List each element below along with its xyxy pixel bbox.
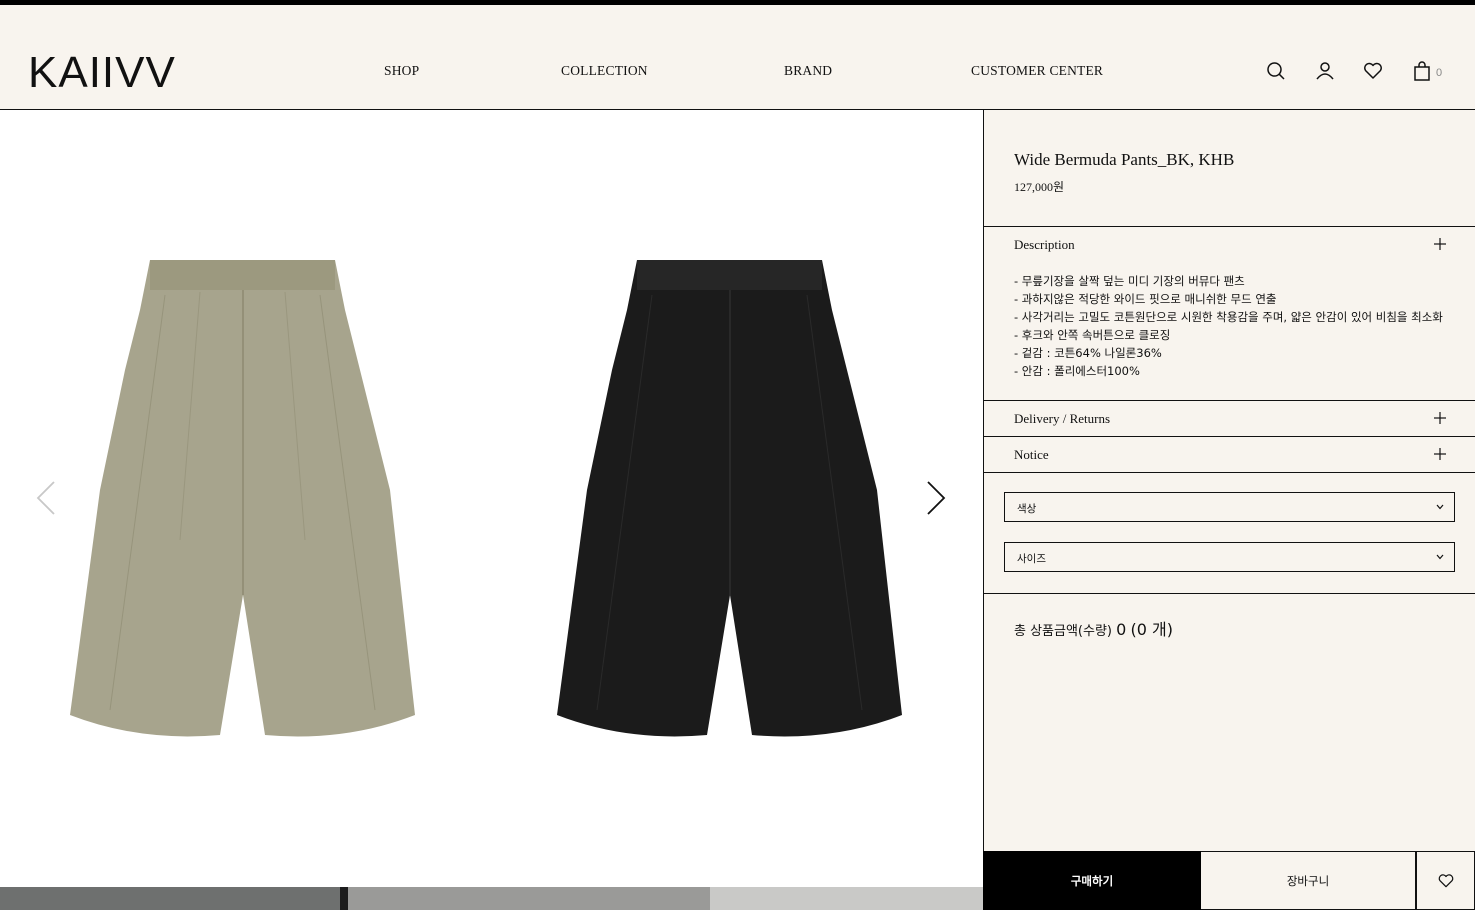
- divider: [984, 593, 1475, 594]
- nav-shop[interactable]: SHOP: [384, 63, 419, 79]
- wishlist-button[interactable]: [1416, 851, 1475, 910]
- user-icon[interactable]: [1314, 60, 1336, 82]
- product-price: 127,000원: [1014, 180, 1065, 194]
- notice-toggle[interactable]: Notice: [1014, 447, 1049, 463]
- next-image-preview: [0, 887, 983, 910]
- plus-icon[interactable]: [1433, 237, 1447, 251]
- cart-count: 0: [1436, 67, 1443, 79]
- buy-now-button[interactable]: 구매하기: [983, 851, 1201, 910]
- delivery-returns-toggle[interactable]: Delivery / Returns: [1014, 411, 1110, 427]
- nav-brand[interactable]: BRAND: [784, 63, 832, 79]
- total-price: 총 상품금액(수량) 0 (0 개): [1014, 616, 1173, 640]
- brand-logo[interactable]: KAIIVV: [28, 51, 176, 95]
- nav-customer-center[interactable]: CUSTOMER CENTER: [971, 63, 1103, 79]
- heart-icon: [1438, 873, 1453, 887]
- total-amount: 0: [1116, 620, 1127, 639]
- description-line: - 겉감 : 코튼64% 나일론36%: [1014, 346, 1162, 360]
- chevron-left-icon[interactable]: [34, 480, 58, 516]
- description-line: - 후크와 안쪽 속버튼으로 클로징: [1014, 328, 1171, 342]
- plus-icon[interactable]: [1433, 411, 1447, 425]
- divider: [984, 226, 1475, 227]
- description-toggle[interactable]: Description: [1014, 237, 1075, 253]
- plus-icon[interactable]: [1433, 447, 1447, 461]
- divider: [984, 400, 1475, 401]
- description-line: - 무릎기장을 살짝 덮는 미디 기장의 버뮤다 팬츠: [1014, 274, 1245, 288]
- total-quantity: (0 개): [1130, 620, 1173, 639]
- product-info-panel: Wide Bermuda Pants_BK, KHB 127,000원 Desc…: [983, 110, 1475, 910]
- total-label: 총 상품금액(수량): [1014, 624, 1112, 639]
- bag-icon[interactable]: [1411, 60, 1433, 82]
- black-bermuda-pants-image: [557, 260, 902, 737]
- divider: [984, 436, 1475, 437]
- chevron-down-icon: [1436, 554, 1444, 560]
- description-text: - 무릎기장을 살짝 덮는 미디 기장의 버뮤다 팬츠 - 과하지않은 적당한 …: [1014, 272, 1443, 380]
- khaki-bermuda-pants-image: [70, 260, 415, 737]
- nav-collection[interactable]: COLLECTION: [561, 63, 648, 79]
- size-select[interactable]: 사이즈: [1004, 542, 1455, 572]
- color-select[interactable]: 색상: [1004, 492, 1455, 522]
- product-title: Wide Bermuda Pants_BK, KHB: [1014, 150, 1235, 169]
- site-header: KAIIVV SHOP COLLECTION BRAND CUSTOMER CE…: [0, 5, 1475, 110]
- description-line: - 과하지않은 적당한 와이드 핏으로 매니쉬한 무드 연출: [1014, 292, 1277, 306]
- search-icon[interactable]: [1265, 60, 1287, 82]
- divider: [984, 472, 1475, 473]
- chevron-right-icon[interactable]: [924, 480, 948, 516]
- add-to-cart-button[interactable]: 장바구니: [1201, 851, 1416, 910]
- heart-icon[interactable]: [1362, 60, 1384, 82]
- description-line: - 사각거리는 고밀도 코튼원단으로 시원한 착용감을 주며, 얇은 안감이 있…: [1014, 310, 1443, 324]
- chevron-down-icon: [1436, 504, 1444, 510]
- color-select-value: 색상: [1017, 503, 1037, 515]
- product-gallery: [0, 110, 983, 887]
- size-select-value: 사이즈: [1017, 553, 1046, 565]
- description-line: - 안감 : 폴리에스터100%: [1014, 364, 1140, 378]
